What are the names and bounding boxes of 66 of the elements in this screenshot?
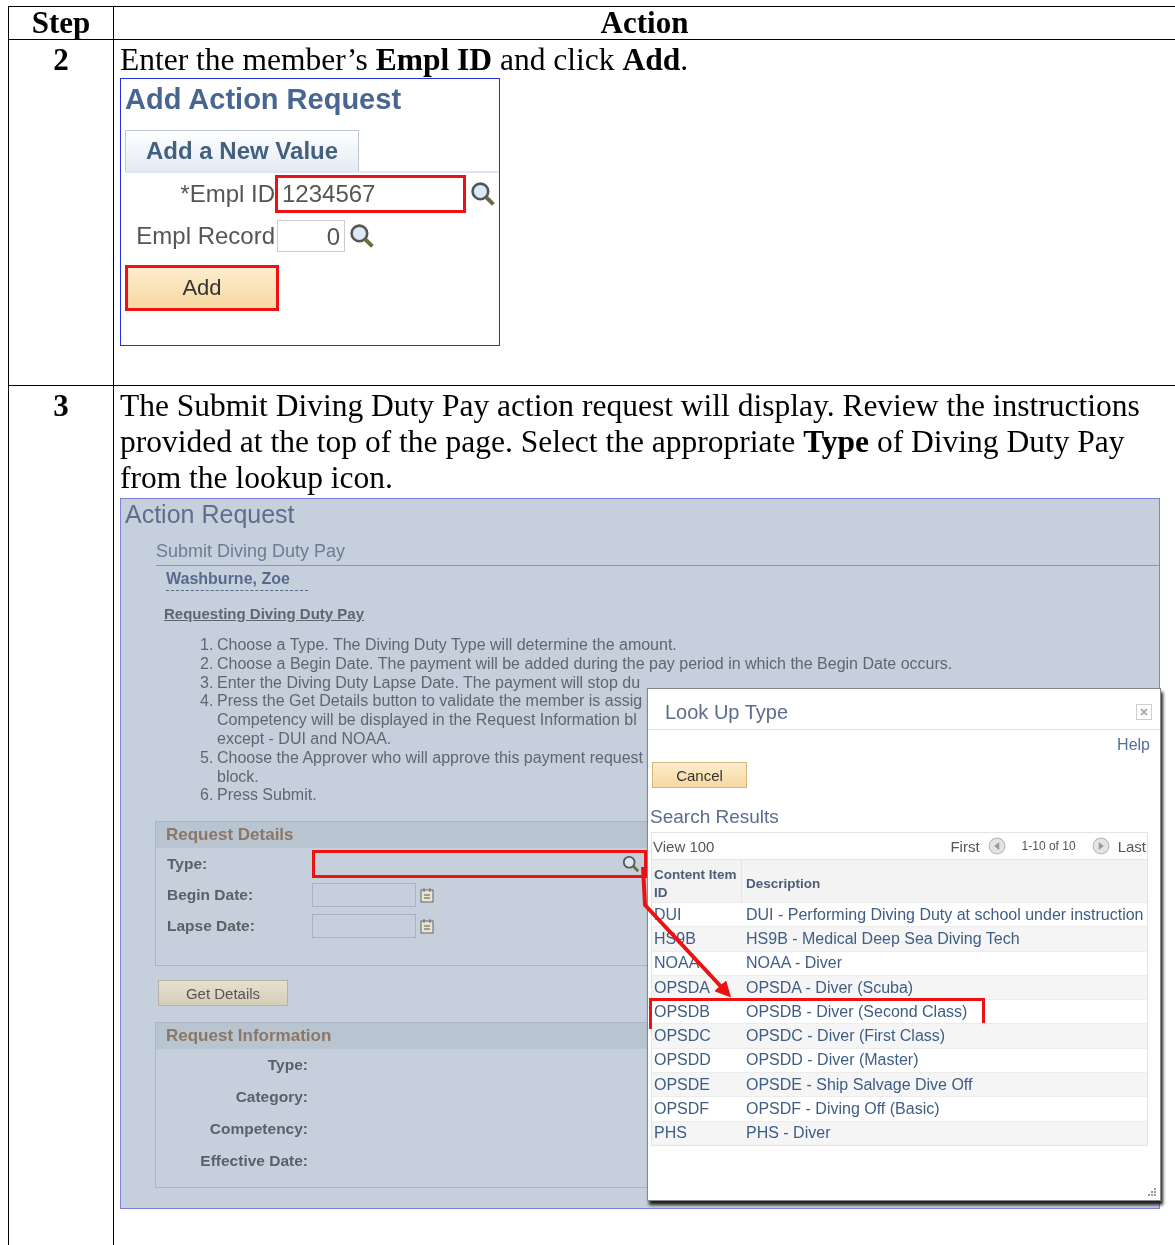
- table-cell[interactable]: OPSDF - Diving Off (Basic): [744, 1100, 940, 1118]
- field-label: Type:: [166, 855, 209, 874]
- instruction-line: Enter the Diving Duty Lapse Date. The payment will stop du: [217, 673, 641, 693]
- page-title: Add Action Request: [125, 83, 403, 116]
- page-title: Action Request: [124, 499, 296, 529]
- column-header: Content Item ID: [652, 860, 742, 902]
- instruction-line: Choose a Begin Date. The payment will be added during the pay period in which the Begin Date occurs.: [217, 654, 953, 674]
- section-link[interactable]: Requesting Diving Duty Pay: [164, 605, 1159, 622]
- instruction-line: Competency will be displayed in the Request Information bl: [217, 711, 638, 730]
- list-number: 2.: [200, 654, 215, 674]
- table-cell[interactable]: NOAA - Diver: [744, 954, 842, 973]
- dialog-title: Look Up Type: [665, 700, 789, 724]
- column-header: Action: [114, 7, 1175, 40]
- list-number: 3.: [200, 673, 215, 693]
- instruction-line: block.: [217, 767, 260, 787]
- field-label: Effective Date:: [199, 1152, 308, 1171]
- table-cell[interactable]: OPSDF: [652, 1100, 744, 1118]
- field-label: Lapse Date:: [166, 917, 256, 936]
- tab[interactable]: Add a New Value: [125, 130, 360, 171]
- list-number: 6.: [200, 786, 215, 806]
- table-cell[interactable]: OPSDD - Diver (Master): [744, 1051, 919, 1070]
- column-header: Step: [9, 7, 114, 40]
- table-cell[interactable]: OPSDC - Diver (First Class): [744, 1027, 946, 1046]
- field-label: Empl Record: [135, 222, 275, 250]
- list-number: 1.: [200, 636, 215, 655]
- field-label: Begin Date:: [166, 886, 255, 905]
- instruction-line: Press the Get Details button to validate the member is assig: [217, 692, 643, 712]
- column-header: Description: [745, 875, 821, 893]
- instruction-line: except - DUI and NOAA.: [217, 730, 393, 749]
- table-cell[interactable]: OPSDD: [652, 1051, 744, 1070]
- table-cell[interactable]: OPSDA - Diver (Scuba): [744, 978, 914, 997]
- field-label: Category:: [234, 1088, 308, 1107]
- table-cell[interactable]: OPSDE: [652, 1075, 744, 1094]
- first-link[interactable]: First: [950, 837, 980, 855]
- table-cell[interactable]: OPSDB - Diver (Second Class): [744, 1002, 968, 1021]
- step-number: 3: [53, 388, 69, 423]
- step-number: 2: [53, 42, 69, 77]
- page-subtitle: Submit Diving Duty Pay: [156, 541, 1159, 566]
- instruction-line: Choose the Approver who will approve this payment request: [217, 748, 643, 768]
- cancel-button[interactable]: Cancel: [652, 762, 747, 788]
- employee-name: Washburne, Zoe: [166, 570, 308, 591]
- section-title: Search Results: [650, 806, 780, 828]
- table-cell[interactable]: HS9B - Medical Deep Sea Diving Tech: [744, 929, 1020, 948]
- table-cell[interactable]: PHS: [652, 1124, 744, 1143]
- table-cell[interactable]: OPSDE - Ship Salvage Dive Off: [744, 1075, 973, 1094]
- instruction-line: Press Submit.: [217, 786, 317, 806]
- get-details-button[interactable]: Get Details: [158, 980, 288, 1007]
- table-cell[interactable]: OPSDB: [652, 1002, 744, 1021]
- instruction-line: Choose a Type. The Diving Duty Type will determine the amount.: [217, 636, 677, 655]
- field-label: Type:: [266, 1056, 308, 1075]
- page-range: 1-10 of 10: [1021, 839, 1076, 853]
- field-label: *Empl ID: [179, 180, 275, 208]
- table-cell[interactable]: OPSDC: [652, 1027, 744, 1046]
- table-cell[interactable]: PHS - Diver: [744, 1124, 831, 1143]
- view-all-link[interactable]: View 100: [653, 837, 715, 855]
- help-link[interactable]: Help: [1117, 736, 1150, 753]
- instruction-text: The Submit Diving Duty Pay action request will display. Review the instructions provided at the top of the page. Select the appropriate Type of Diving Duty Pay from the lookup icon.: [120, 388, 1141, 496]
- add-button[interactable]: Add: [128, 268, 276, 308]
- list-number: 4.: [200, 692, 215, 712]
- instruction-text: Enter the member’s Empl ID and click Add.: [120, 42, 690, 78]
- field-label: Competency:: [208, 1120, 308, 1139]
- table-cell[interactable]: DUI - Performing Diving Duty at school under instruction: [744, 905, 1144, 924]
- table-cell[interactable]: OPSDA: [652, 978, 744, 997]
- last-link[interactable]: Last: [1117, 837, 1146, 855]
- list-number: 5.: [200, 748, 215, 768]
- input-field[interactable]: 0: [277, 220, 345, 252]
